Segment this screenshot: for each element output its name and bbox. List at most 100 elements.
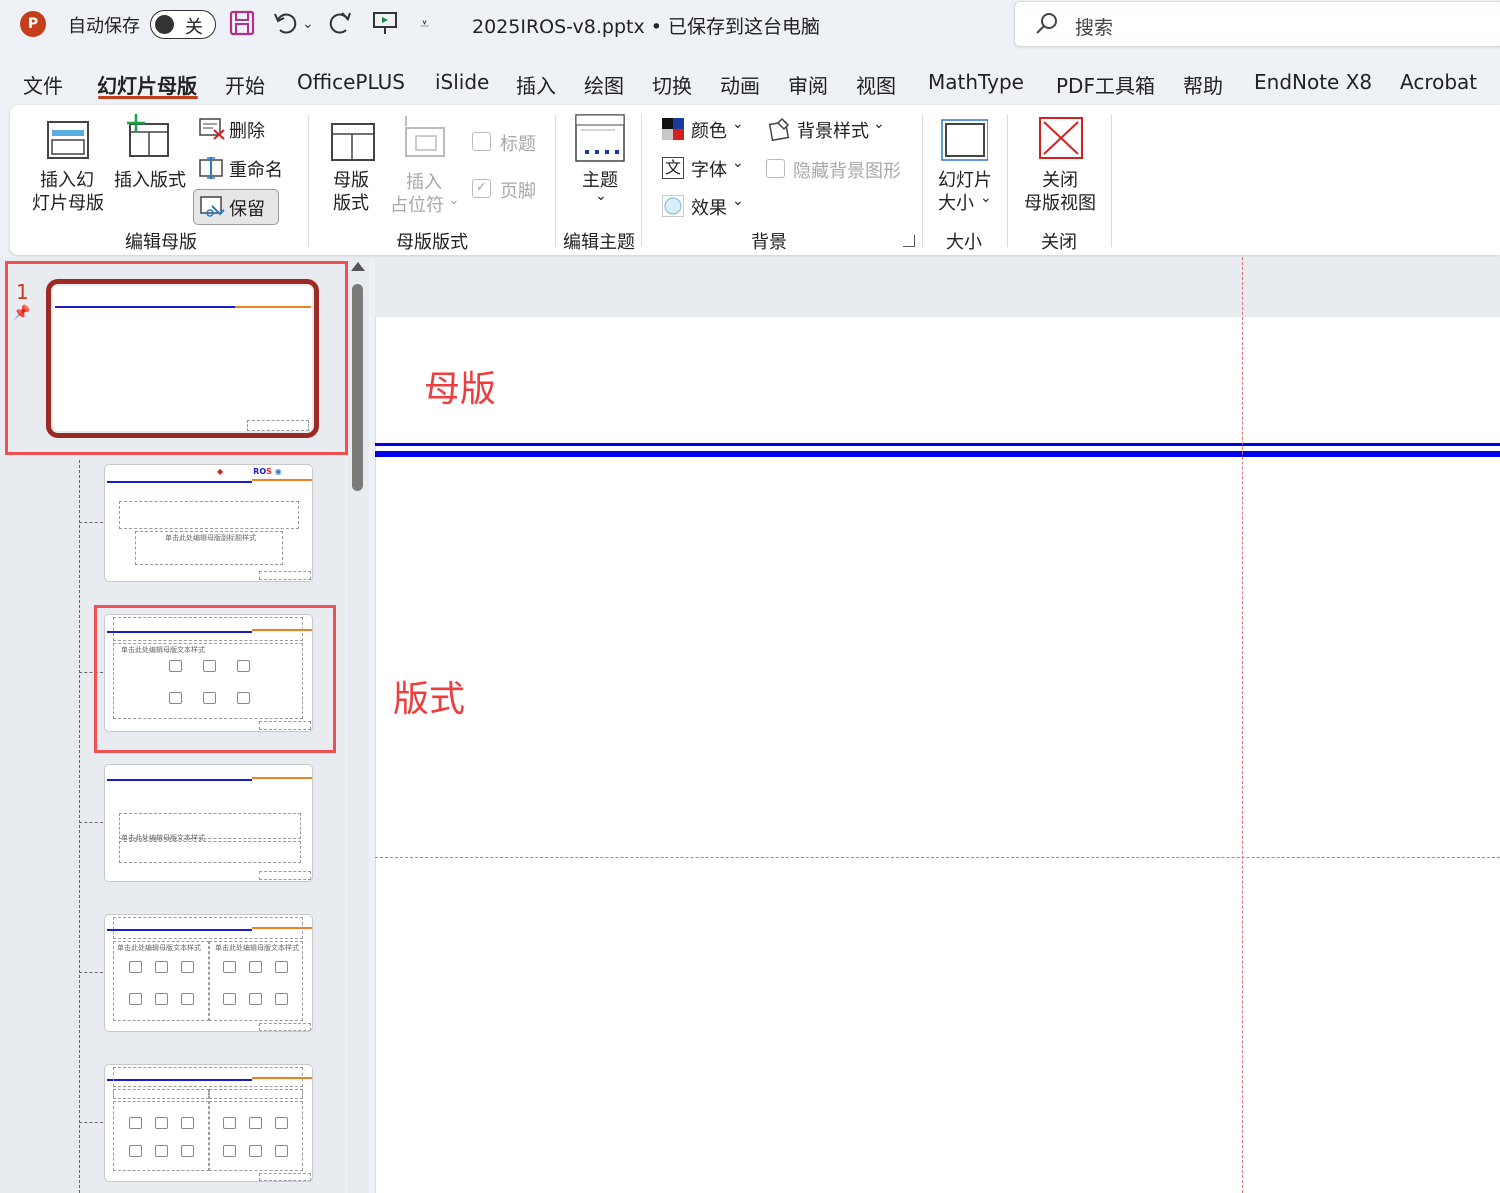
layout-thumbnail-two-content[interactable]: 单击此处编辑母版文本样式 单击此处编辑母版文本样式	[104, 914, 313, 1032]
master-thumbnail[interactable]	[46, 279, 319, 438]
tab-file[interactable]: 文件	[23, 70, 63, 99]
active-tab-indicator	[98, 96, 198, 99]
colors-label: 颜色	[691, 121, 727, 142]
tab-help[interactable]: 帮助	[1183, 70, 1223, 99]
slide-size-button[interactable]: 幻灯片 大小 ⌄	[934, 112, 996, 216]
background-styles-label: 背景样式	[797, 121, 869, 142]
ribbon-separator	[308, 115, 309, 247]
tab-pdf-toolbox[interactable]: PDF工具箱	[1056, 70, 1155, 99]
search-icon	[1036, 13, 1057, 34]
delete-label: 删除	[229, 121, 265, 142]
save-icon[interactable]	[229, 10, 255, 38]
themes-icon	[575, 114, 625, 162]
autosave-label: 自动保存	[68, 16, 140, 37]
insert-placeholder-label-2: 占位符	[390, 195, 444, 216]
master-layout-icon	[331, 123, 375, 161]
tab-insert[interactable]: 插入	[516, 70, 556, 99]
tab-home[interactable]: 开始	[225, 70, 265, 99]
logos-strip: ◆ ROS ◉	[217, 467, 282, 476]
master-layout-button[interactable]: 母版 版式	[325, 112, 383, 216]
slide-header-line-thin	[375, 443, 1500, 446]
preserve-icon	[200, 196, 225, 217]
tab-mathtype[interactable]: MathType	[928, 70, 1024, 94]
insert-layout-icon	[127, 114, 169, 157]
layout-right-text: 单击此处编辑母版文本样式	[215, 944, 299, 952]
vertical-guide[interactable]	[1242, 257, 1243, 1193]
fonts-chevron-down-icon: ⌄	[732, 155, 744, 171]
document-title[interactable]: 2025IROS-v8.pptx • 已保存到这台电脑	[472, 12, 820, 39]
title-bar: P 自动保存 关 ⌄ ⩡ 2025IROS-v8.pptx • 已保存到这台电脑…	[0, 0, 1500, 52]
undo-dropdown-chevron-down-icon[interactable]: ⌄	[302, 10, 314, 38]
background-dialog-launcher-icon[interactable]	[903, 235, 915, 247]
layout-thumbnail-section[interactable]: 单击此处编辑母版文本样式	[104, 764, 313, 882]
delete-icon	[199, 118, 225, 140]
background-styles-chevron-down-icon: ⌄	[873, 116, 885, 132]
powerpoint-logo-icon: P	[20, 11, 46, 37]
ribbon-separator	[555, 115, 556, 247]
fonts-button[interactable]: 文 字体 ⌄	[660, 155, 750, 181]
tab-review[interactable]: 审阅	[788, 70, 828, 99]
present-icon[interactable]	[372, 10, 398, 38]
annotation-master: 母版	[424, 369, 497, 410]
layout-tree-branch	[79, 972, 103, 973]
rename-icon	[199, 157, 223, 179]
tab-transitions[interactable]: 切换	[652, 70, 692, 99]
ribbon-separator	[922, 115, 923, 247]
themes-button[interactable]: 主题 ⌄	[570, 112, 630, 216]
layout-thumbnail-content[interactable]: 单击此处编辑母版文本样式	[104, 614, 313, 732]
footer-checkbox-check-icon: ✓	[472, 179, 491, 198]
tab-endnote[interactable]: EndNote X8	[1254, 70, 1372, 94]
tab-animations[interactable]: 动画	[720, 70, 760, 99]
ribbon-separator	[1111, 115, 1112, 247]
insert-slide-master-button[interactable]: 插入幻 灯片母版	[32, 112, 104, 216]
tab-slide-master[interactable]: 幻灯片母版	[97, 70, 197, 99]
scrollbar-thumb[interactable]	[352, 284, 363, 491]
footer-checkbox-label: 页脚	[500, 181, 536, 202]
insert-slide-master-icon	[47, 121, 89, 159]
colors-button[interactable]: 颜色 ⌄	[660, 116, 750, 142]
title-chevron-down-icon[interactable]: ⌄	[802, 8, 817, 36]
background-styles-button[interactable]: 背景样式 ⌄	[766, 116, 896, 142]
fonts-icon: 文	[662, 157, 684, 179]
preserve-button[interactable]: 保留	[193, 189, 279, 225]
toggle-knob	[155, 15, 174, 34]
layout-tree-branch	[79, 522, 103, 523]
colors-chevron-down-icon: ⌄	[732, 116, 744, 132]
search-box[interactable]: 搜索	[1014, 1, 1500, 47]
group-label-edit-master: 编辑母版	[125, 232, 197, 253]
tab-view[interactable]: 视图	[856, 70, 896, 99]
close-master-view-icon	[1039, 117, 1083, 159]
tab-draw[interactable]: 绘图	[584, 70, 624, 99]
ribbon-separator	[641, 115, 642, 247]
insert-placeholder-button: 插入 占位符 ⌄	[390, 112, 462, 216]
undo-icon[interactable]	[272, 10, 298, 38]
autosave-toggle[interactable]: 关	[150, 10, 216, 39]
close-label-2: 母版视图	[1024, 193, 1096, 214]
scroll-up-icon[interactable]	[351, 262, 365, 271]
background-styles-icon	[768, 117, 790, 141]
tab-officeplus[interactable]: OfficePLUS	[297, 70, 405, 94]
layout-thumbnail-title[interactable]: ◆ ROS ◉ 单击此处编辑母版副标题样式	[104, 464, 313, 582]
slide-number: 1	[16, 280, 29, 304]
slide-canvas[interactable]	[375, 317, 1500, 1193]
delete-button[interactable]: 删除	[197, 116, 287, 142]
close-master-view-button[interactable]: 关闭 母版视图	[1020, 112, 1104, 216]
themes-chevron-down-icon: ⌄	[595, 188, 607, 204]
search-placeholder: 搜索	[1075, 17, 1114, 39]
master-layout-label-2: 版式	[333, 193, 369, 214]
redo-icon[interactable]	[328, 10, 354, 38]
autosave-state: 关	[185, 17, 203, 38]
rename-button[interactable]: 重命名	[197, 155, 297, 181]
customize-toolbar-chevron-icon[interactable]: ⩡	[420, 10, 429, 38]
effects-button[interactable]: 效果 ⌄	[660, 193, 750, 219]
layout-left-text: 单击此处编辑母版文本样式	[117, 944, 201, 952]
slide-size-label-2: 大小	[938, 193, 974, 214]
tab-acrobat[interactable]: Acrobat	[1400, 70, 1477, 94]
layout-thumbnail-comparison[interactable]	[104, 1064, 313, 1182]
horizontal-guide[interactable]	[375, 857, 1500, 858]
insert-layout-button[interactable]: 插入版式	[112, 112, 190, 216]
layout-tree-connector	[79, 460, 80, 1193]
rename-label: 重命名	[229, 160, 283, 181]
tab-islide[interactable]: iSlide	[435, 70, 489, 94]
slide-header-line-thick	[375, 451, 1500, 457]
